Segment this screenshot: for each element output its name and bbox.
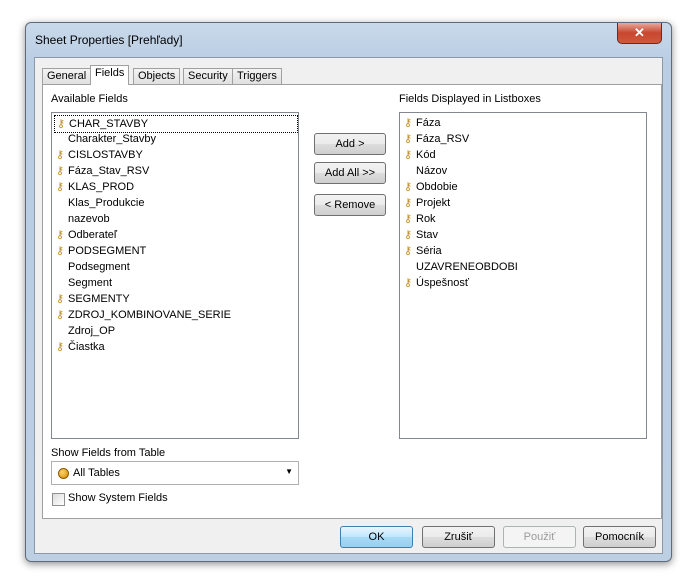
cancel-button[interactable]: Zrušiť: [422, 526, 495, 548]
field-name: KLAS_PROD: [68, 181, 135, 193]
tab-fields[interactable]: Fields: [90, 65, 130, 85]
field-name: Čiastka: [68, 341, 105, 353]
key-icon: ⚷: [404, 277, 413, 289]
field-name: Fáza_RSV: [416, 133, 470, 145]
field-name: Projekt: [416, 197, 451, 209]
key-icon: ⚷: [404, 245, 413, 257]
tab-security[interactable]: Security: [183, 68, 233, 84]
field-list-item[interactable]: ⚷ Projekt: [404, 195, 450, 211]
field-name: Stav: [416, 229, 439, 241]
field-name: Zdroj_OP: [68, 325, 116, 337]
key-icon: ⚷: [404, 133, 413, 145]
add-all-button[interactable]: Add All >>: [314, 162, 386, 184]
field-list-item[interactable]: ⚷ Fáza_RSV: [404, 131, 469, 147]
key-icon: ⚷: [404, 181, 413, 193]
tab-objects[interactable]: Objects: [133, 68, 181, 84]
field-name: Podsegment: [68, 261, 130, 273]
displayed-fields-list[interactable]: ⚷ Fáza ⚷ Fáza_RSV ⚷ Kód Názov ⚷ Obdobie ⚷ Projekt ⚷…: [399, 112, 647, 439]
field-list-item[interactable]: ⚷ Obdobie: [404, 179, 458, 195]
key-icon: ⚷: [57, 118, 66, 130]
field-name: Kód: [416, 149, 436, 161]
displayed-fields-label: Fields Displayed in Listboxes: [399, 93, 541, 105]
available-fields-label: Available Fields: [51, 93, 128, 105]
key-icon: ⚷: [56, 149, 65, 161]
key-icon: ⚷: [404, 213, 413, 225]
field-name: ZDROJ_KOMBINOVANE_SERIE: [68, 309, 231, 321]
add-button[interactable]: Add >: [314, 133, 386, 155]
key-icon: ⚷: [404, 229, 413, 241]
field-name: Odberateľ: [68, 229, 118, 241]
field-name: Séria: [416, 245, 442, 257]
field-list-item[interactable]: UZAVRENEOBDOBI: [404, 259, 518, 275]
field-list-item[interactable]: ⚷ KLAS_PROD: [56, 179, 134, 195]
key-icon: ⚷: [56, 245, 65, 257]
tab-general[interactable]: General: [42, 68, 92, 84]
table-select-value: All Tables: [73, 467, 120, 479]
field-name: CHAR_STAVBY: [69, 118, 149, 130]
field-list-item[interactable]: Segment: [56, 275, 112, 291]
dialog-client: General Fields Objects Security Triggers…: [34, 57, 663, 554]
field-list-item[interactable]: ⚷ Čiastka: [56, 339, 105, 355]
field-list-item[interactable]: ⚷ PODSEGMENT: [56, 243, 146, 259]
ok-button[interactable]: OK: [340, 526, 413, 548]
table-dot-icon: [58, 468, 69, 479]
field-list-item[interactable]: Názov: [404, 163, 447, 179]
field-list-item[interactable]: Charakter_Stavby: [56, 131, 156, 147]
available-fields-list[interactable]: ⚷ CHAR_STAVBY Charakter_Stavby ⚷ CISLOSTAVBY…: [51, 112, 299, 439]
show-system-fields-checkbox[interactable]: [52, 493, 65, 506]
field-name: Fáza: [416, 117, 441, 129]
field-list-item[interactable]: ⚷ Séria: [404, 243, 442, 259]
help-button[interactable]: Pomocník: [583, 526, 656, 548]
field-list-item[interactable]: ⚷ Kód: [404, 147, 436, 163]
key-icon: ⚷: [56, 341, 65, 353]
field-list-item[interactable]: ⚷ ZDROJ_KOMBINOVANE_SERIE: [56, 307, 231, 323]
key-icon: ⚷: [404, 149, 413, 161]
field-name: CISLOSTAVBY: [68, 149, 143, 161]
dialog-window: Sheet Properties [Prehľady] ✕ General Fi…: [25, 22, 672, 562]
chevron-down-icon: ▼: [285, 467, 293, 476]
field-list-item[interactable]: ⚷ Stav: [404, 227, 438, 243]
field-name: Fáza_Stav_RSV: [68, 165, 150, 177]
field-name: Charakter_Stavby: [68, 133, 157, 145]
key-icon: ⚷: [56, 293, 65, 305]
field-name: PODSEGMENT: [68, 245, 147, 257]
field-list-item[interactable]: nazevob: [56, 211, 110, 227]
field-list-item[interactable]: ⚷ Fáza: [404, 115, 440, 131]
field-name: Segment: [68, 277, 113, 289]
key-icon: ⚷: [404, 197, 413, 209]
table-select[interactable]: All Tables ▼: [51, 461, 299, 485]
field-list-item[interactable]: ⚷ CISLOSTAVBY: [56, 147, 143, 163]
field-list-item[interactable]: ⚷ Fáza_Stav_RSV: [56, 163, 149, 179]
field-list-item[interactable]: ⚷ Rok: [404, 211, 436, 227]
key-icon: ⚷: [56, 309, 65, 321]
field-list-item[interactable]: Podsegment: [56, 259, 130, 275]
show-system-fields-label: Show System Fields: [68, 492, 168, 504]
key-icon: ⚷: [56, 181, 65, 193]
tab-triggers[interactable]: Triggers: [232, 68, 282, 84]
window-title: Sheet Properties [Prehľady]: [35, 33, 183, 47]
field-list-item[interactable]: Klas_Produkcie: [56, 195, 144, 211]
table-label: Show Fields from Table: [51, 447, 166, 459]
key-icon: ⚷: [404, 117, 413, 129]
field-name: UZAVRENEOBDOBI: [416, 261, 518, 273]
key-icon: ⚷: [56, 165, 65, 177]
remove-button[interactable]: < Remove: [314, 194, 386, 216]
fields-panel: Available Fields ⚷ CHAR_STAVBY Charakter_S…: [42, 84, 662, 519]
close-button[interactable]: ✕: [617, 23, 662, 44]
field-name: Klas_Produkcie: [68, 197, 145, 209]
apply-button[interactable]: Použiť: [503, 526, 576, 548]
field-name: Obdobie: [416, 181, 458, 193]
field-name: Rok: [416, 213, 436, 225]
field-name: nazevob: [68, 213, 110, 225]
key-icon: ⚷: [56, 229, 65, 241]
field-name: Úspešnosť: [416, 277, 470, 289]
field-name: Názov: [416, 165, 448, 177]
field-list-item[interactable]: ⚷ Odberateľ: [56, 227, 117, 243]
field-list-item[interactable]: ⚷ SEGMENTY: [56, 291, 130, 307]
field-list-item[interactable]: ⚷ Úspešnosť: [404, 275, 469, 291]
field-list-item[interactable]: Zdroj_OP: [56, 323, 115, 339]
field-name: SEGMENTY: [68, 293, 130, 305]
